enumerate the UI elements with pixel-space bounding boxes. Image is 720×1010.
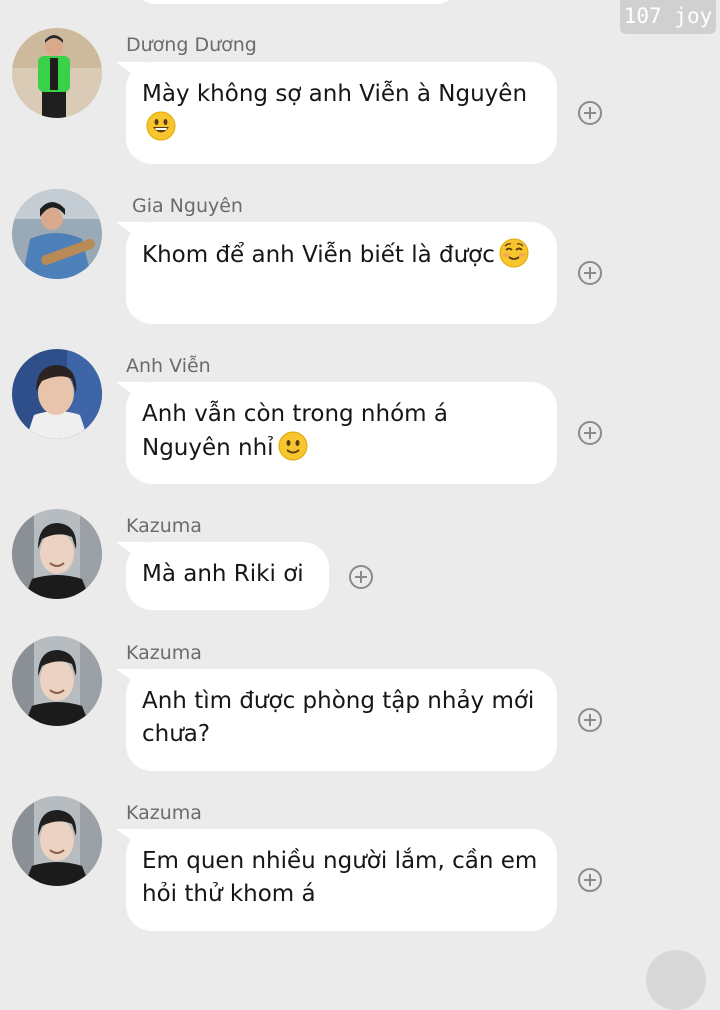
avatar-smiling-boy-icon [12,636,102,726]
avatar[interactable] [12,189,102,279]
message-bubble[interactable]: Mà anh Riki ơi [126,542,329,610]
avatar[interactable] [12,28,102,118]
message-text: Khom để anh Viễn biết là được [142,242,495,268]
partial-avatar [646,950,706,1010]
relieved-face-icon [499,238,529,278]
avatar[interactable] [12,509,102,599]
avatar-smiling-boy-icon [12,509,102,599]
previous-message-bubble-edge [135,0,457,4]
avatar[interactable] [12,349,102,439]
message-bubble[interactable]: Khom để anh Viễn biết là được [126,222,557,324]
sender-name: Dương Dương [126,34,257,56]
add-reaction-button[interactable] [578,261,602,285]
add-reaction-button[interactable] [578,868,602,892]
sender-name: Kazuma [126,802,202,824]
message-bubble[interactable]: Mày không sợ anh Viễn à Nguyên [126,62,557,164]
message-bubble[interactable]: Anh tìm được phòng tập nhảy mới chưa? [126,669,557,771]
grinning-face-icon [146,111,176,151]
slightly-smiling-face-icon [278,431,308,471]
sender-name: Gia Nguyên [132,195,243,217]
avatar[interactable] [12,796,102,886]
avatar-blue-background-icon [12,349,102,439]
sender-name: Kazuma [126,642,202,664]
add-reaction-button[interactable] [578,101,602,125]
add-reaction-button[interactable] [349,565,373,589]
avatar-guitarist-icon [12,189,102,279]
avatar-smiling-boy-icon [12,796,102,886]
avatar[interactable] [12,636,102,726]
message-text: Anh tìm được phòng tập nhảy mới chưa? [142,688,535,747]
message-text: Mà anh Riki ơi [142,561,304,587]
avatar-green-jacket-icon [12,28,102,118]
message-bubble[interactable]: Anh vẫn còn trong nhóm á Nguyên nhỉ [126,382,557,484]
message-bubble[interactable]: Em quen nhiều người lắm, cần em hỏi thử … [126,829,557,931]
sender-name: Anh Viễn [126,355,211,377]
watermark: 107 joy [620,0,716,34]
message-text: Mày không sợ anh Viễn à Nguyên [142,81,528,107]
message-text: Em quen nhiều người lắm, cần em hỏi thử … [142,848,538,907]
add-reaction-button[interactable] [578,708,602,732]
sender-name: Kazuma [126,515,202,537]
add-reaction-button[interactable] [578,421,602,445]
